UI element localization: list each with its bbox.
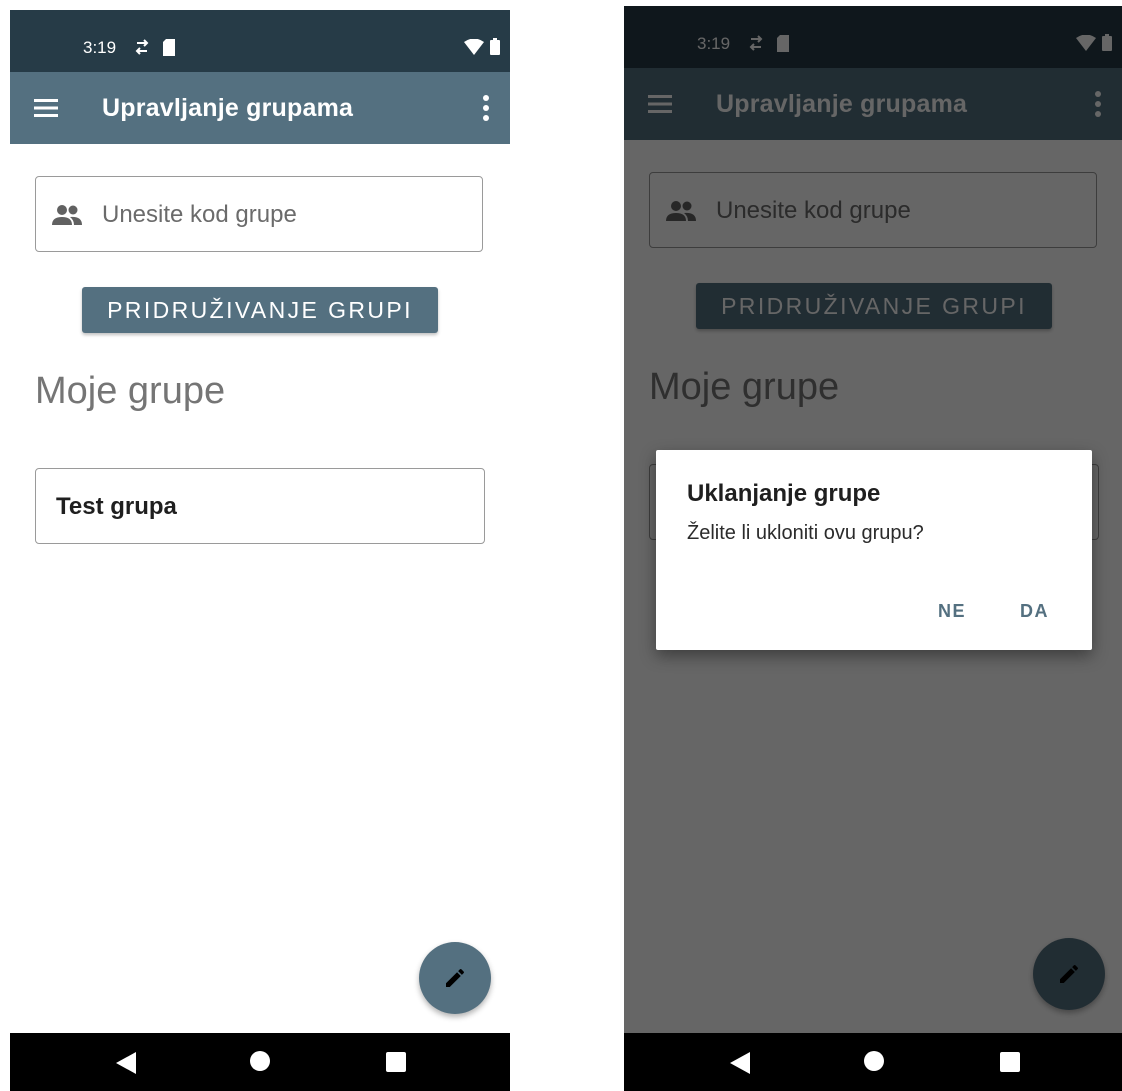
- back-icon[interactable]: [730, 1052, 750, 1074]
- home-icon[interactable]: [250, 1051, 270, 1071]
- wifi-icon: [464, 38, 484, 55]
- sync-icon: [135, 39, 149, 55]
- sd-card-icon: [163, 38, 175, 56]
- phone-screen-default: 3:19 Upravljanje grupama PRIDRUŽIVANJE G…: [10, 10, 510, 1091]
- group-code-field[interactable]: [35, 176, 483, 252]
- status-time: 3:19: [83, 38, 117, 57]
- edit-fab-button[interactable]: [419, 942, 491, 1014]
- edit-icon: [446, 968, 465, 987]
- more-vert-icon[interactable]: [476, 94, 496, 122]
- people-icon: [52, 205, 82, 225]
- remove-group-dialog: Uklanjanje grupe Želite li ukloniti ovu …: [656, 450, 1092, 650]
- page-title: Upravljanje grupama: [102, 94, 354, 122]
- battery-icon: [490, 38, 500, 55]
- menu-icon[interactable]: [32, 94, 60, 122]
- recents-icon[interactable]: [386, 1052, 406, 1072]
- dialog-message: Želite li ukloniti ovu grupu?: [687, 522, 924, 544]
- group-list-item[interactable]: Test grupa: [35, 468, 485, 544]
- join-group-button[interactable]: PRIDRUŽIVANJE GRUPI: [82, 287, 438, 333]
- status-bar: 3:19: [10, 10, 510, 72]
- group-code-input[interactable]: [100, 191, 464, 239]
- navigation-bar: [624, 1033, 1122, 1091]
- confirm-button[interactable]: DA: [1014, 600, 1055, 623]
- phone-screen-dialog: 3:19 Upravljanje grupama PRIDRUŽIVANJE G…: [624, 6, 1122, 1091]
- cancel-button[interactable]: NE: [932, 600, 972, 623]
- home-icon[interactable]: [864, 1051, 884, 1071]
- recents-icon[interactable]: [1000, 1052, 1020, 1072]
- navigation-bar: [10, 1033, 510, 1091]
- back-icon[interactable]: [116, 1052, 136, 1074]
- my-groups-heading: Moje grupe: [35, 370, 226, 412]
- app-bar: Upravljanje grupama: [10, 72, 510, 144]
- dialog-title: Uklanjanje grupe: [687, 480, 881, 507]
- group-name: Test grupa: [56, 493, 177, 520]
